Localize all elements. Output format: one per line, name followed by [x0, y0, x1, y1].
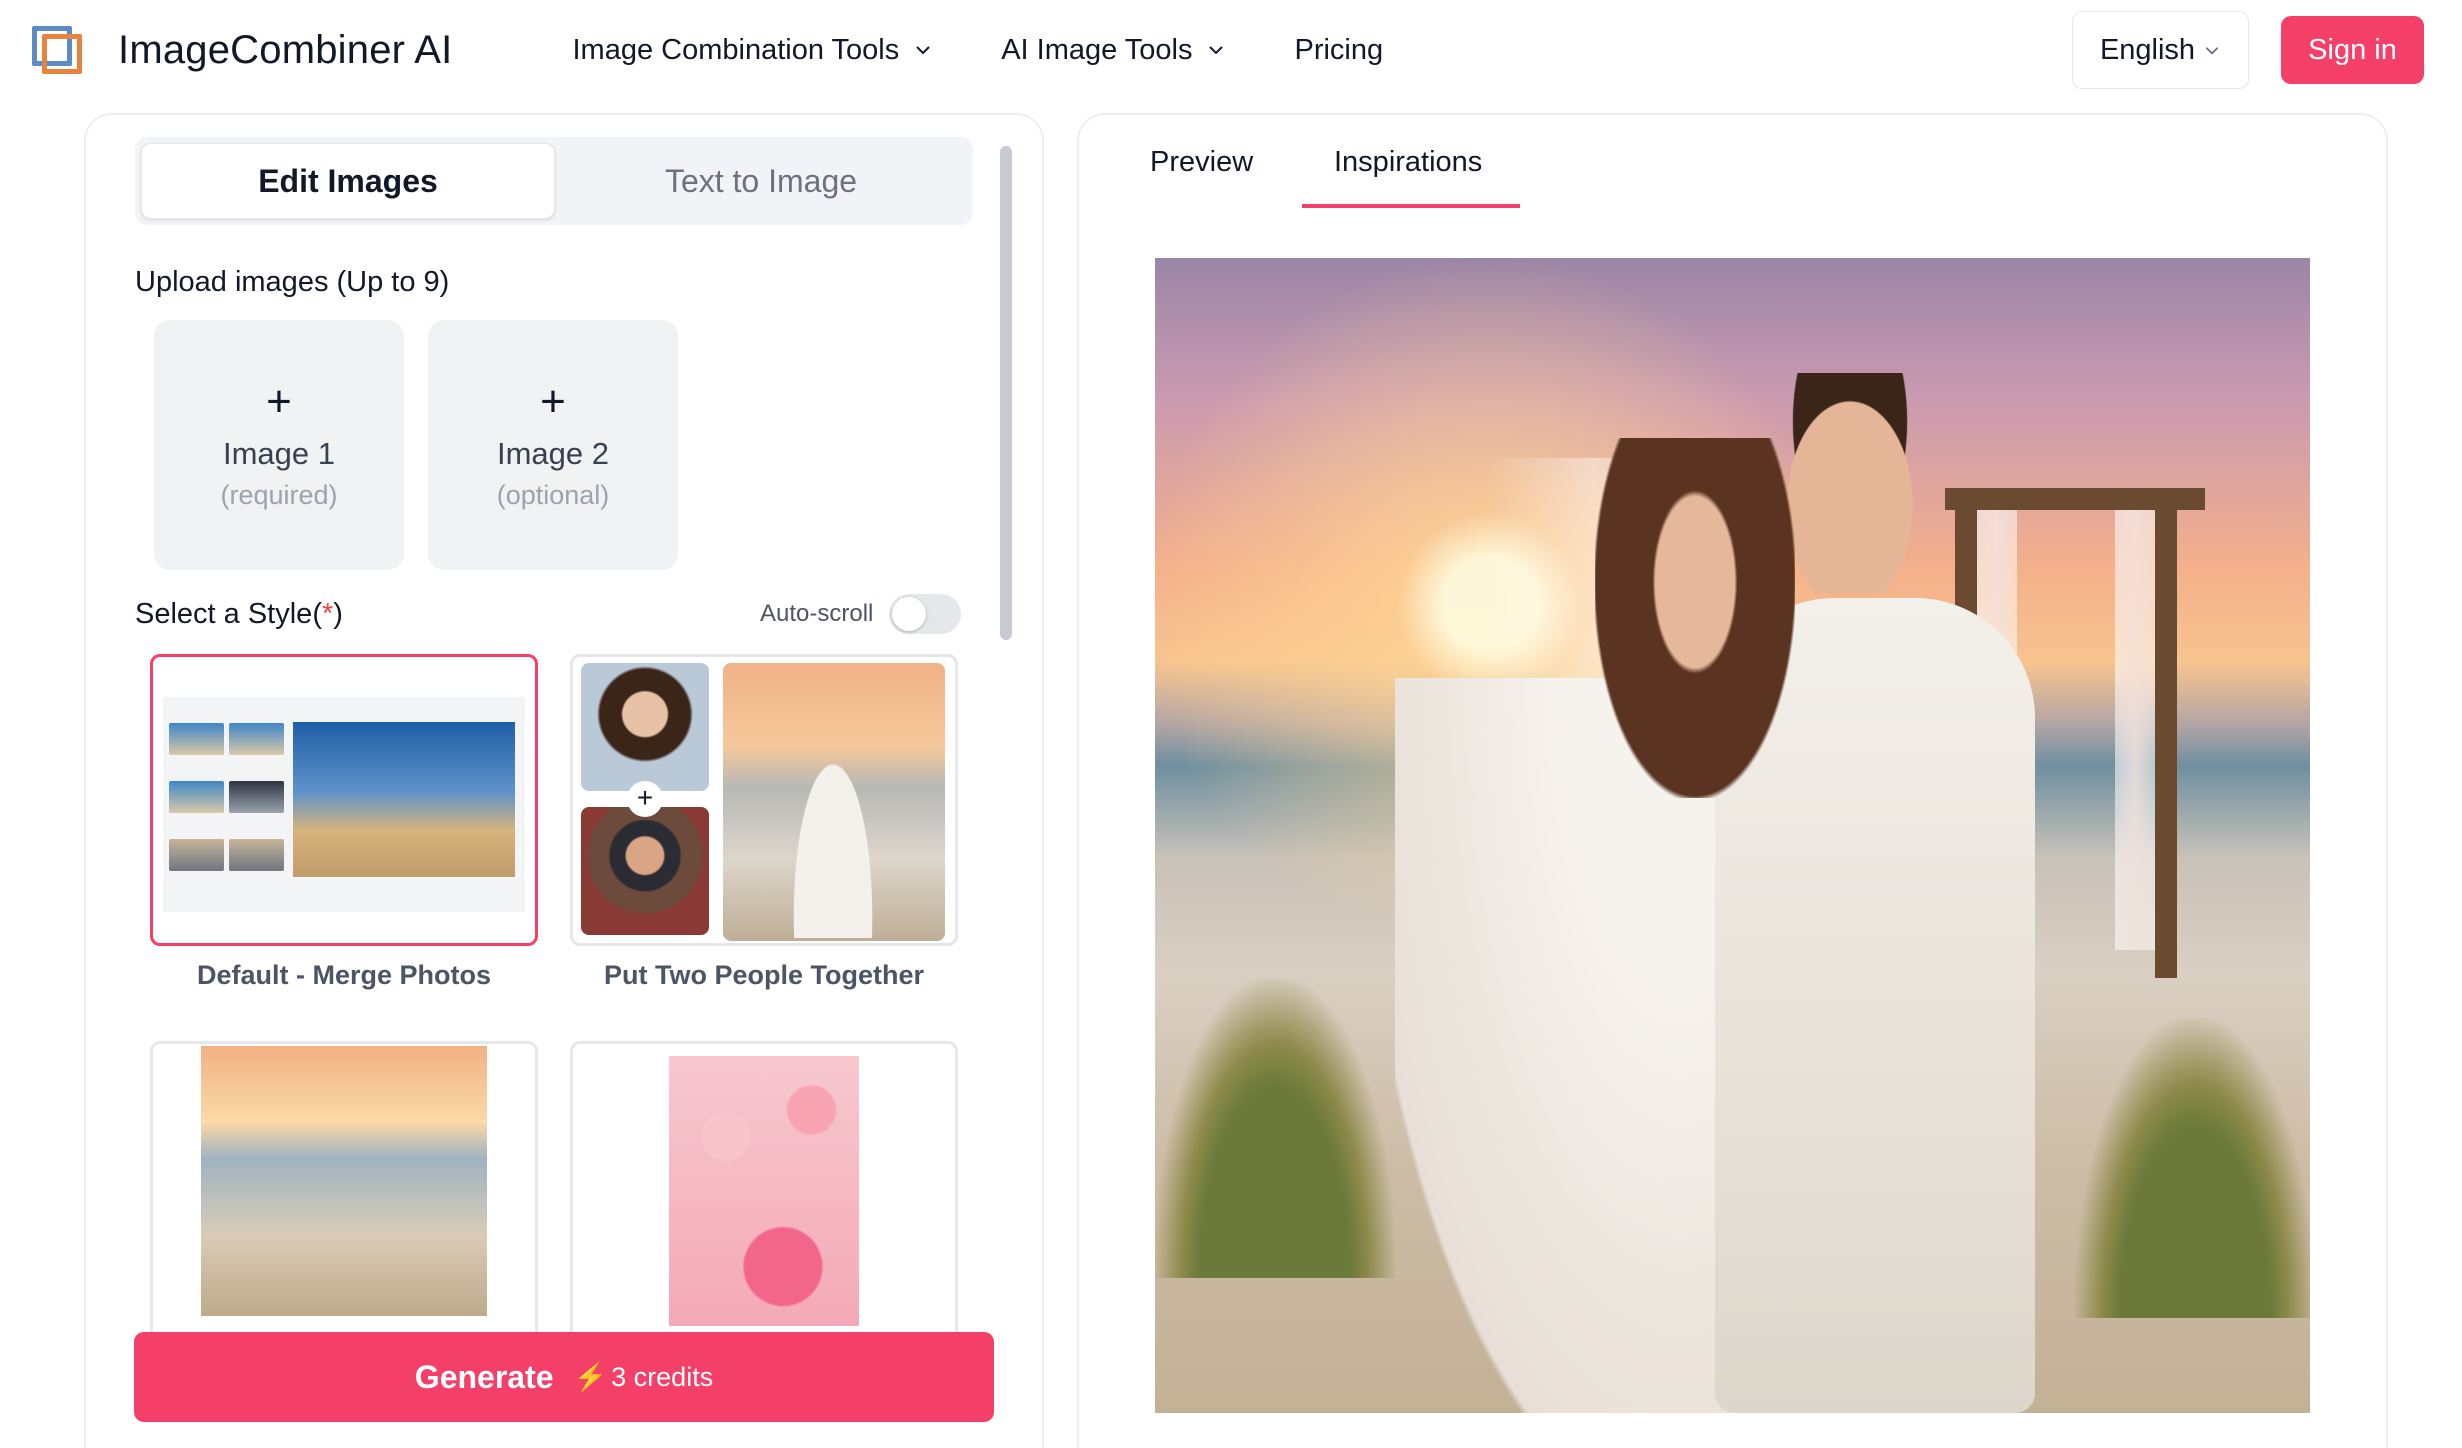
tab-preview[interactable]: Preview	[1150, 146, 1253, 179]
logo-icon	[30, 24, 86, 76]
upload-label: Upload images (Up to 9)	[135, 266, 450, 298]
nav-image-combination-tools[interactable]: Image Combination Tools	[572, 34, 931, 67]
style-thumbnail	[723, 663, 945, 941]
editor-scrollbar[interactable]	[1000, 146, 1012, 640]
style-card-beach-wedding[interactable]	[150, 1041, 538, 1341]
plus-icon: +	[266, 376, 292, 426]
style-thumbnail	[581, 807, 709, 935]
style-thumbnail	[293, 722, 515, 877]
style-thumbnail	[201, 1046, 487, 1316]
style-label-two-people: Put Two People Together	[603, 960, 924, 990]
tab-edit-images[interactable]: Edit Images	[141, 143, 555, 219]
style-thumbnail	[581, 663, 709, 791]
style-card-put-two-people[interactable]: +	[570, 654, 958, 946]
upload-name: Image 1	[222, 435, 335, 471]
nav-ai-image-tools[interactable]: AI Image Tools	[1001, 34, 1224, 67]
sign-in-button[interactable]: Sign in	[2281, 16, 2424, 84]
inspiration-image	[1155, 258, 2310, 1413]
upload-image-2[interactable]: + Image 2 (optional)	[428, 320, 678, 570]
bolt-icon: ⚡	[573, 1362, 608, 1392]
upload-note: (required)	[220, 479, 338, 510]
plus-icon: +	[540, 376, 566, 426]
chevron-down-icon	[916, 46, 930, 55]
active-tab-indicator	[1302, 204, 1520, 208]
auto-scroll-toggle[interactable]	[889, 594, 962, 634]
tab-text-to-image[interactable]: Text to Image	[555, 143, 967, 219]
upload-image-1[interactable]: + Image 1 (required)	[154, 320, 404, 570]
plus-icon: +	[627, 781, 663, 817]
auto-scroll-label: Auto-scroll	[760, 600, 874, 627]
generate-button[interactable]: Generate ⚡ 3 credits	[134, 1332, 994, 1422]
mode-tabs: Edit Images Text to Image	[135, 137, 973, 225]
language-select[interactable]: English	[2072, 11, 2249, 89]
chevron-down-icon	[1209, 46, 1224, 55]
style-card-default-merge[interactable]	[150, 654, 538, 946]
style-label: Select a Style(*)	[135, 598, 343, 630]
tab-inspirations[interactable]: Inspirations	[1334, 146, 1482, 179]
chevron-down-icon	[2205, 47, 2219, 55]
nav-pricing[interactable]: Pricing	[1294, 34, 1383, 67]
style-card-valentine[interactable]	[570, 1041, 958, 1341]
required-marker: *	[321, 598, 334, 630]
style-thumbnail	[669, 1056, 859, 1326]
upload-note: (optional)	[496, 479, 610, 510]
brand-name: ImageCombiner AI	[118, 27, 453, 72]
main-nav: Image Combination Tools AI Image Tools P…	[572, 34, 1453, 67]
brand-logo[interactable]: ImageCombiner AI	[30, 24, 452, 76]
upload-name: Image 2	[496, 435, 609, 471]
auto-scroll-control: Auto-scroll	[760, 594, 962, 634]
credits-cost: 3 credits	[611, 1361, 714, 1392]
style-label-default: Default - Merge Photos	[196, 960, 492, 990]
